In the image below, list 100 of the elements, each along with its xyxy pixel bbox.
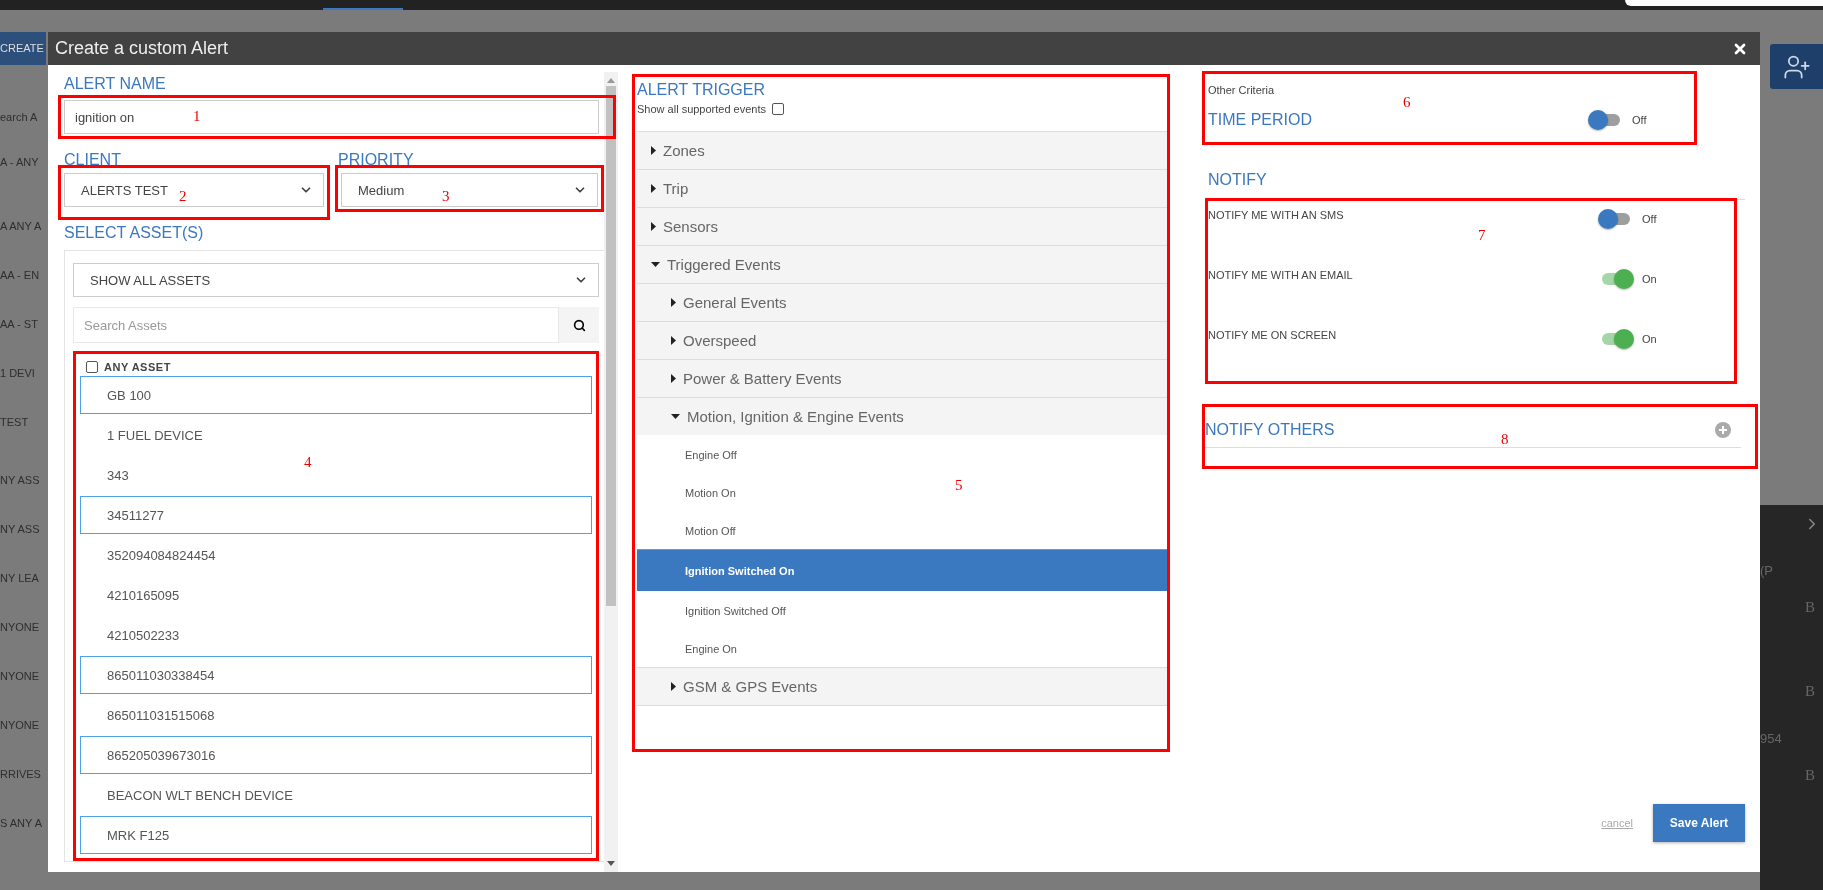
- asset-item[interactable]: MRK F125: [80, 816, 592, 854]
- background-text: 954: [1760, 731, 1783, 748]
- save-button[interactable]: Save Alert: [1653, 804, 1745, 842]
- toggle-state-text: Off: [1642, 213, 1657, 225]
- scroll-up-arrow-icon[interactable]: [607, 78, 615, 83]
- tree-group-label: Sensors: [663, 218, 719, 235]
- annotation-number: 1: [193, 108, 201, 125]
- background-text: B: [1804, 683, 1816, 701]
- list-text: RRIVES: [0, 768, 41, 782]
- tree-group-row[interactable]: Zones: [637, 131, 1167, 169]
- option-label: NOTIFY ME WITH AN SMS: [1208, 209, 1344, 221]
- checkbox-label: ANY ASSET: [104, 361, 171, 373]
- list-text: AA - ST: [0, 318, 38, 332]
- list-text: S ANY A: [0, 817, 42, 831]
- tree-group-label: Overspeed: [683, 332, 757, 349]
- background-text: (P: [1760, 563, 1774, 580]
- asset-item[interactable]: 865011030338454: [80, 656, 592, 694]
- tree-group-label: Zones: [663, 142, 705, 159]
- annotation-number: 2: [179, 188, 187, 205]
- option-label: NOTIFY ME ON SCREEN: [1208, 329, 1337, 341]
- list-text: AA - EN: [0, 269, 40, 283]
- background-text: B: [1804, 767, 1816, 785]
- caret-right-icon: [671, 374, 676, 383]
- asset-filter-select[interactable]: SHOW ALL ASSETS: [73, 263, 599, 297]
- background-text: B: [1804, 599, 1816, 617]
- list-text: NYONE: [0, 719, 40, 733]
- annotation-number: 4: [304, 454, 312, 471]
- caret-down-icon: [651, 262, 660, 267]
- tree-group-row[interactable]: Trip: [637, 169, 1167, 207]
- search-icon: [572, 318, 586, 332]
- checkbox-label: Show all supported events: [637, 103, 767, 115]
- modal-title: Create a custom Alert: [55, 38, 229, 59]
- search-button[interactable]: [559, 307, 599, 343]
- asset-item[interactable]: 352094084824454: [80, 536, 227, 574]
- list-text: A ANY A: [0, 220, 42, 234]
- caret-right-icon: [651, 184, 656, 193]
- caret-right-icon: [671, 298, 676, 307]
- field-label: ALERT NAME: [64, 75, 167, 94]
- tree-group-label: Trip: [663, 180, 689, 197]
- list-text: 1 DEVI: [0, 367, 35, 381]
- add-user-button[interactable]: [1770, 44, 1823, 89]
- tree-group-label: Power & Battery Events: [683, 370, 842, 387]
- option-label: NOTIFY ME WITH AN EMAIL: [1208, 269, 1353, 281]
- asset-item[interactable]: 4210502233: [80, 616, 191, 654]
- scroll-down-arrow-icon[interactable]: [607, 861, 615, 866]
- field-label: SELECT ASSET(S): [64, 224, 205, 243]
- search-field[interactable]: Search Assets: [73, 307, 559, 343]
- tree-group-row[interactable]: Overspeed: [637, 321, 1167, 359]
- list-text: NYONE: [0, 670, 40, 684]
- list-text: NYONE: [0, 621, 40, 635]
- asset-item[interactable]: 1 FUEL DEVICE: [80, 416, 214, 454]
- field-label: CLIENT: [64, 151, 122, 170]
- annotation-number: 6: [1403, 94, 1411, 111]
- tree-group-label: Motion, Ignition & Engine Events: [687, 408, 904, 425]
- asset-item[interactable]: 343: [80, 456, 140, 494]
- plus-circle-icon[interactable]: [1715, 422, 1731, 438]
- create-button[interactable]: CREATE: [0, 32, 46, 65]
- asset-item[interactable]: GB 100: [80, 376, 592, 414]
- asset-item[interactable]: 4210165095: [80, 576, 191, 614]
- tree-group-row[interactable]: Sensors: [637, 207, 1167, 245]
- list-text: NY ASS: [0, 523, 40, 537]
- tree-group-row[interactable]: Power & Battery Events: [637, 359, 1167, 397]
- asset-item[interactable]: BEACON WLT BENCH DEVICE: [80, 776, 304, 814]
- list-text: TEST: [0, 416, 29, 430]
- annotation-number: 8: [1501, 431, 1509, 448]
- scrollbar[interactable]: [604, 72, 618, 872]
- event-item[interactable]: Ignition Switched On: [637, 549, 1167, 591]
- caret-right-icon: [671, 682, 676, 691]
- tree-group-label: GSM & GPS Events: [683, 678, 818, 695]
- checkbox[interactable]: [772, 103, 785, 115]
- toggle-state-text: On: [1642, 273, 1657, 285]
- annotation-number: 5: [955, 477, 963, 494]
- caret-right-icon: [651, 222, 656, 231]
- tree-group-row[interactable]: Triggered Events: [637, 245, 1167, 283]
- list-text: A - ANY: [0, 156, 39, 170]
- toggle-state-text: On: [1642, 333, 1657, 345]
- asset-item[interactable]: 34511277: [80, 496, 592, 534]
- section-title: NOTIFY: [1208, 171, 1745, 200]
- annotation-number: 3: [442, 188, 450, 205]
- caret-down-icon: [671, 414, 680, 419]
- tree-group-label: General Events: [683, 294, 787, 311]
- annotation-number: 7: [1478, 227, 1486, 244]
- tree-group-row[interactable]: General Events: [637, 283, 1167, 321]
- list-text: NY ASS: [0, 474, 40, 488]
- search-text: earch A: [0, 111, 38, 125]
- section-title: ALERT TRIGGER: [637, 81, 767, 99]
- tree-group-label: Triggered Events: [667, 256, 781, 273]
- caret-right-icon: [651, 146, 656, 155]
- caption-text: Other Criteria: [1208, 84, 1276, 96]
- section-title: TIME PERIOD: [1208, 111, 1312, 129]
- tree-group-row[interactable]: GSM & GPS Events: [637, 667, 1167, 705]
- checkbox[interactable]: [86, 361, 98, 373]
- section-title: NOTIFY OTHERS: [1205, 421, 1335, 439]
- tree-group-row[interactable]: Motion, Ignition & Engine Events: [637, 397, 1167, 435]
- toggle-state-text: Off: [1632, 114, 1647, 126]
- asset-item[interactable]: 865011031515068: [80, 696, 226, 734]
- caret-right-icon: [671, 336, 676, 345]
- field-label: PRIORITY: [338, 151, 415, 170]
- asset-item[interactable]: 865205039673016: [80, 736, 592, 774]
- list-text: NY LEA: [0, 572, 39, 586]
